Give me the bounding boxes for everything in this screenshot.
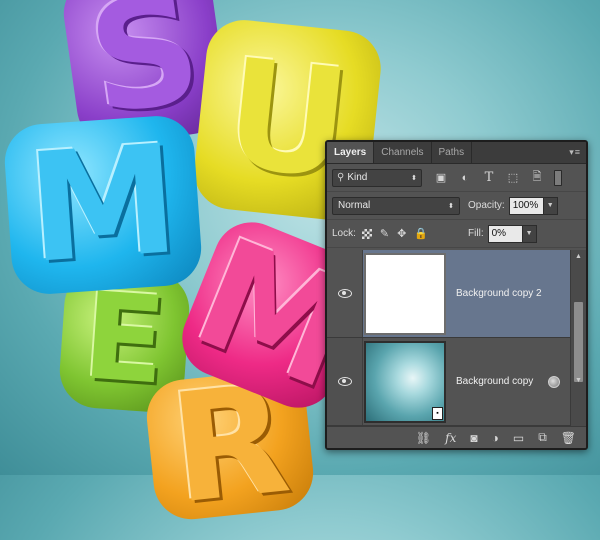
visibility-toggle[interactable] <box>327 338 363 425</box>
filter-kind-label: Kind <box>347 172 368 183</box>
opacity-label: Opacity: <box>468 200 505 211</box>
fill-label: Fill: <box>468 228 484 239</box>
search-icon: ⚲ <box>337 172 345 183</box>
folder-icon[interactable]: ▭ <box>513 431 524 445</box>
letter-m-blue-glyph: M <box>22 113 184 297</box>
layer-name[interactable]: Background copy 2 <box>456 288 542 299</box>
letter-m-blue: M <box>2 113 204 297</box>
lock-icons: ✎ ✥ 🔒 <box>361 227 428 240</box>
adjustment-filter-icon[interactable]: ◐ <box>458 171 472 185</box>
lock-row: Lock: ✎ ✥ 🔒 Fill: 0% ▼ <box>327 220 586 248</box>
layer-thumbnail <box>364 252 446 335</box>
tab-layers[interactable]: Layers <box>327 142 375 163</box>
layer-name[interactable]: Background copy <box>456 376 533 387</box>
panel-footer: ⛓ fx ◙ ◑ ▭ ⧉ 🗑 <box>327 426 586 448</box>
panel-menu-icon[interactable]: ▾≡ <box>569 147 581 158</box>
fill-dropdown-icon[interactable]: ▼ <box>522 224 537 243</box>
type-filter-icon[interactable]: T <box>482 170 496 185</box>
layer-row[interactable]: ▪ Background copy <box>327 338 586 426</box>
filter-toggle[interactable] <box>554 169 562 186</box>
chevron-updown-icon: ⬍ <box>448 202 454 210</box>
layers-panel: Layers Channels Paths ▾≡ ⚲ Kind ⬍ ▣ ◐ T … <box>325 140 588 450</box>
lock-transparency-icon[interactable] <box>361 228 372 239</box>
scroll-up-icon[interactable]: ▲ <box>571 250 586 262</box>
lock-label: Lock: <box>332 228 356 239</box>
new-layer-icon[interactable]: ⧉ <box>538 430 547 445</box>
lock-position-icon[interactable]: ✥ <box>397 227 406 240</box>
tab-paths[interactable]: Paths <box>432 142 473 163</box>
lock-brush-icon[interactable]: ✎ <box>380 227 389 240</box>
filter-row: ⚲ Kind ⬍ ▣ ◐ T ⬚ 🗎 <box>327 164 586 192</box>
trash-icon[interactable]: 🗑 <box>561 431 576 445</box>
scroll-down-icon[interactable]: ▼ <box>571 374 586 386</box>
eye-icon <box>337 289 352 298</box>
pixel-filter-icon[interactable]: ▣ <box>434 171 448 185</box>
letter-e-glyph: E <box>78 267 171 412</box>
shape-filter-icon[interactable]: ⬚ <box>506 171 520 185</box>
lock-all-icon[interactable]: 🔒 <box>414 227 428 240</box>
filter-kind-select[interactable]: ⚲ Kind ⬍ <box>332 168 422 187</box>
layer-row[interactable]: Background copy 2 <box>327 250 586 338</box>
tab-channels[interactable]: Channels <box>374 142 432 163</box>
filter-icons: ▣ ◐ T ⬚ 🗎 <box>434 170 544 185</box>
eye-icon <box>337 377 352 386</box>
visibility-toggle[interactable] <box>327 250 363 337</box>
fx-icon[interactable]: fx <box>445 431 456 445</box>
opacity-dropdown-icon[interactable]: ▼ <box>543 196 558 215</box>
layer-thumbnail: ▪ <box>364 340 446 423</box>
layers-scrollbar[interactable]: ▲ ▼ <box>570 250 586 426</box>
mask-icon[interactable]: ◙ <box>470 431 477 445</box>
panel-tabs: Layers Channels Paths ▾≡ <box>327 142 586 164</box>
chevron-updown-icon: ⬍ <box>411 174 417 182</box>
smart-object-badge-icon: ▪ <box>432 406 443 420</box>
adjustment-icon[interactable]: ◑ <box>492 431 499 445</box>
opacity-input[interactable]: 100% <box>508 196 544 215</box>
smart-filter-icon[interactable] <box>548 375 560 388</box>
layers-list: Background copy 2 ▪ Background copy <box>327 250 586 426</box>
blend-mode-value: Normal <box>338 200 371 211</box>
scroll-thumb[interactable] <box>574 302 583 382</box>
smart-object-filter-icon[interactable]: 🗎 <box>530 171 544 185</box>
fill-input[interactable]: 0% <box>487 224 523 243</box>
blend-mode-select[interactable]: Normal ⬍ <box>332 196 460 215</box>
blend-row: Normal ⬍ Opacity: 100% ▼ <box>327 192 586 220</box>
link-icon[interactable]: ⛓ <box>416 431 431 445</box>
